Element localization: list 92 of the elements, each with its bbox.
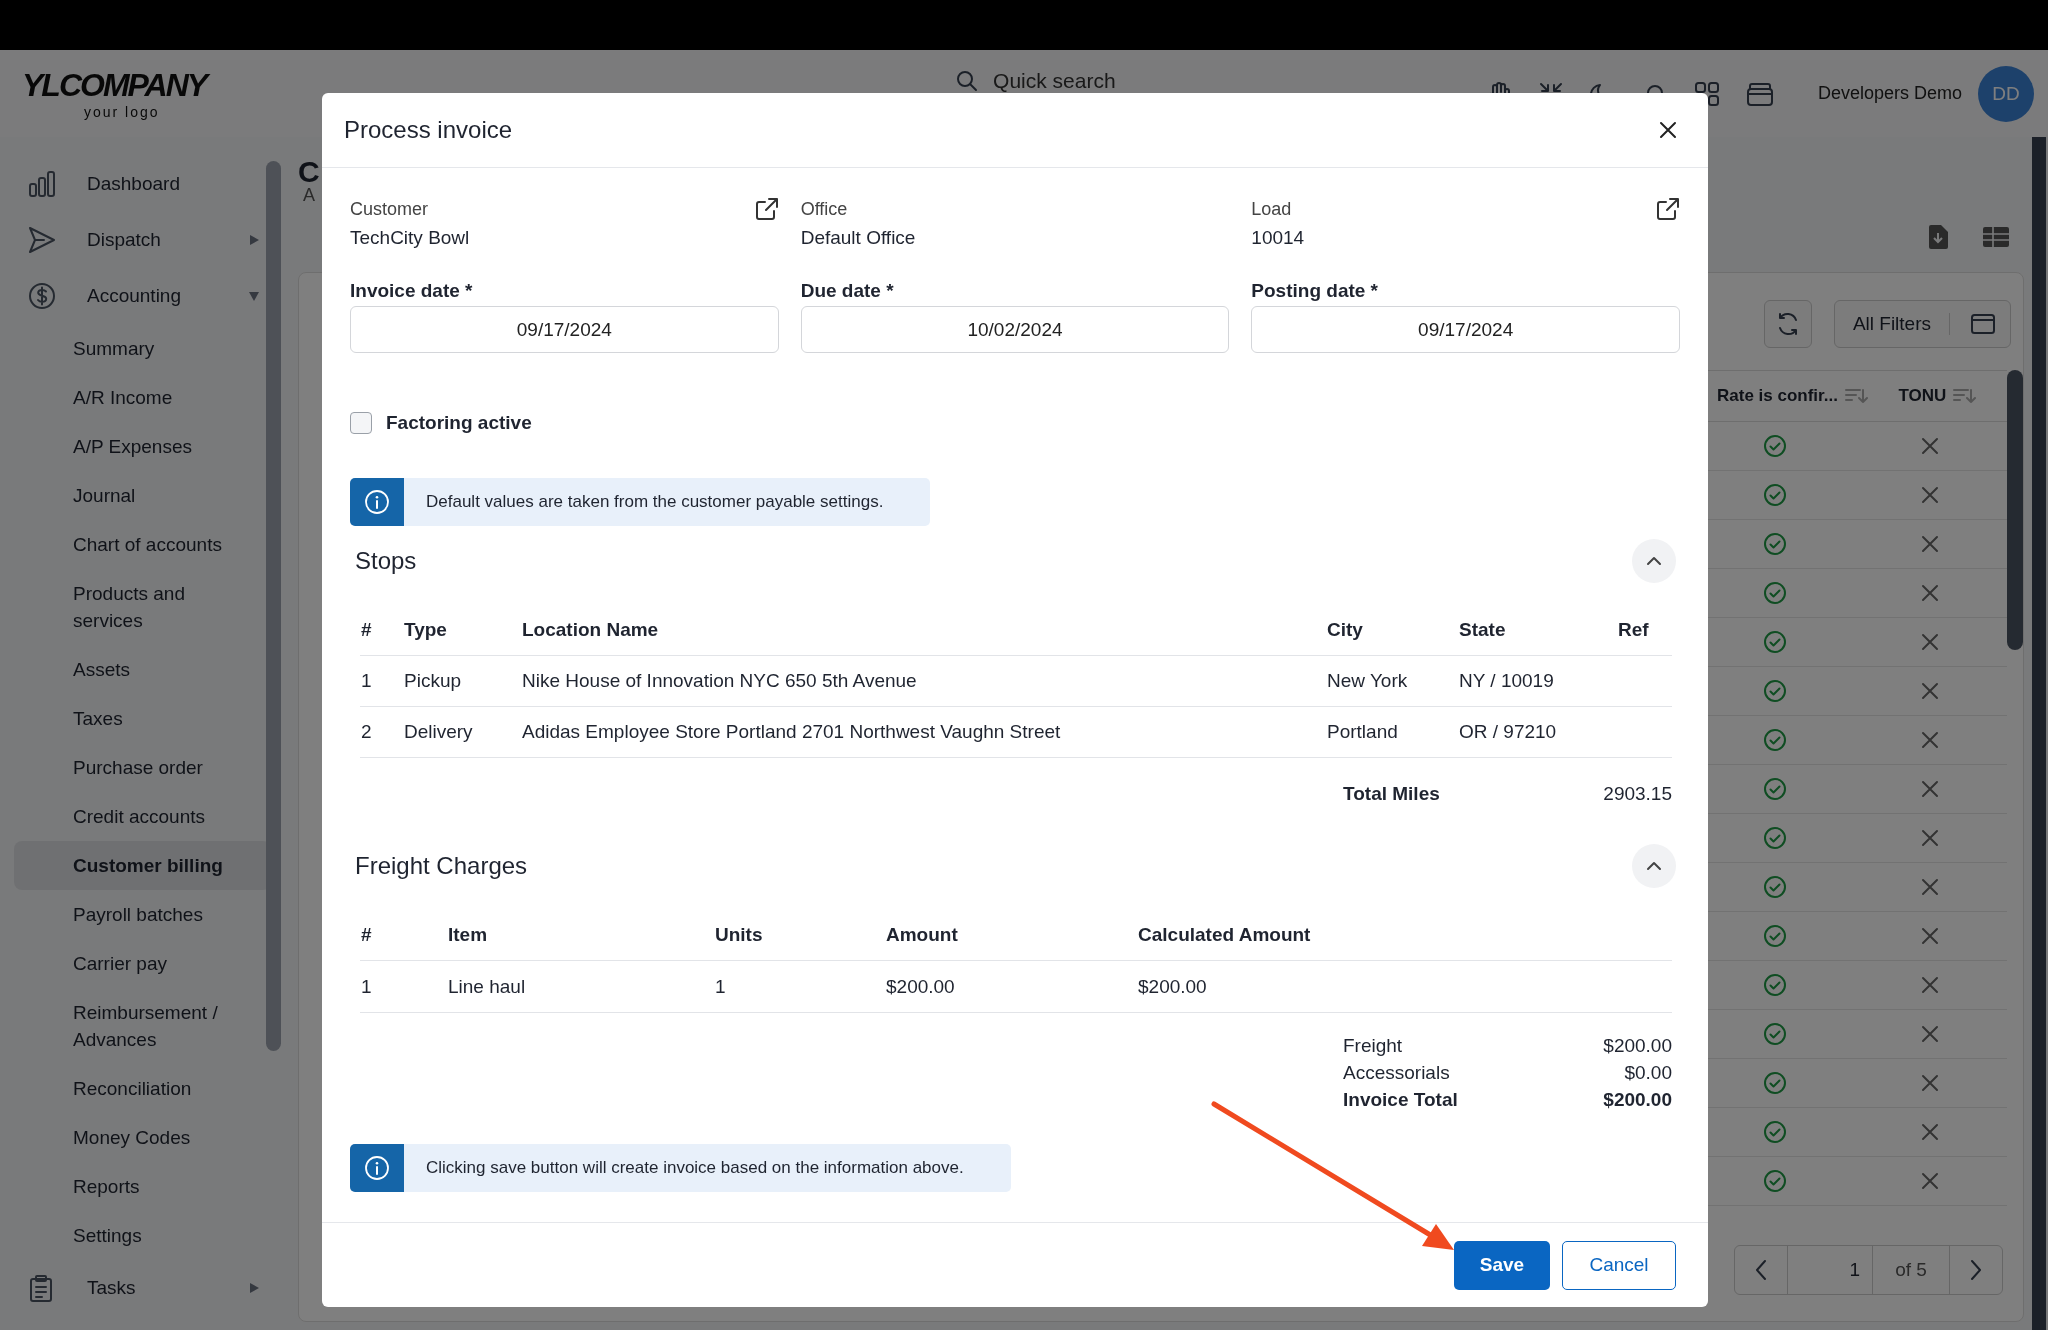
info-banner: Default values are taken from the customer payable settings. — [350, 478, 930, 526]
page-count: of 5 — [1872, 1246, 1950, 1294]
chevron-right-icon — [1969, 1259, 1983, 1281]
logo: YLCOMPANY your logo — [21, 66, 210, 122]
total-value: $200.00 — [1603, 1034, 1672, 1058]
column-header: Ref — [1618, 619, 1650, 641]
collapse-button[interactable] — [1632, 539, 1676, 583]
send-icon — [28, 226, 56, 254]
column-header[interactable]: TONU — [1898, 386, 1947, 406]
save-button[interactable]: Save — [1454, 1240, 1550, 1290]
filters-control[interactable]: All Filters — [1833, 300, 2011, 348]
field-label: Load — [1251, 198, 1292, 220]
table-cell-text: Line haul — [448, 975, 527, 998]
total-label: Freight — [1343, 1034, 1404, 1058]
table-cell-text: $200.00 — [886, 975, 956, 998]
nav-item[interactable]: Money Codes — [14, 1113, 271, 1162]
scrollbar[interactable] — [2007, 370, 2023, 650]
table-cell-text: Portland — [1327, 721, 1399, 743]
external-link-icon[interactable] — [754, 197, 779, 221]
date-field[interactable]: 09/17/2024 — [1251, 306, 1680, 353]
section-title: Freight Charges — [355, 852, 528, 880]
field-label: Posting date * — [1251, 279, 1379, 303]
window-icon[interactable] — [1970, 312, 1996, 336]
field-label: Office — [800, 198, 848, 220]
nav-item[interactable]: Tasks — [14, 1260, 274, 1316]
collapse-button[interactable] — [1632, 844, 1676, 888]
close-icon[interactable] — [1658, 120, 1678, 140]
scrollbar[interactable] — [266, 161, 281, 1051]
external-link-icon[interactable] — [1656, 197, 1680, 221]
download-file-icon[interactable] — [1926, 224, 1950, 250]
column-header: Units — [715, 923, 764, 946]
table-cell-text: NY / 10019 — [1459, 670, 1555, 692]
nav-item[interactable]: Reports — [14, 1162, 271, 1211]
user-avatar[interactable]: DD — [1978, 65, 2034, 122]
nav-item[interactable]: Reconciliation — [14, 1064, 271, 1113]
table-cell-text: 1 — [360, 975, 373, 998]
field-label: Invoice date * — [350, 279, 474, 303]
page-title: C — [298, 155, 320, 188]
info-icon — [364, 1155, 390, 1181]
table-icon[interactable] — [1982, 225, 2010, 249]
total-value: $200.00 — [1603, 1088, 1672, 1112]
info-banner: Clicking save button will create invoice based on the information above. — [350, 1144, 1011, 1192]
field-label: Customer — [350, 198, 429, 220]
chevron-left-icon — [1754, 1259, 1768, 1281]
field-label: Due date * — [800, 279, 895, 303]
total-label: Total Miles — [1343, 783, 1441, 805]
column-header: State — [1459, 619, 1507, 641]
field-value: TechCity Bowl — [350, 226, 471, 250]
field-value: 10014 — [1251, 226, 1306, 250]
column-header[interactable]: Rate is confir... — [1717, 386, 1838, 406]
table-cell-text: 2 — [360, 721, 373, 743]
table-cell-text: Adidas Employee Store Portland 2701 Northwest Vaughn Street — [522, 721, 1062, 743]
table-cell-text: 1 — [360, 670, 373, 692]
bar-chart-icon — [28, 170, 56, 198]
column-header: # — [360, 923, 373, 946]
table-cell-text: Pickup — [404, 670, 463, 692]
total-value: $0.00 — [1623, 1061, 1672, 1085]
section-title: Stops — [355, 547, 417, 575]
table-cell-text: $200.00 — [1138, 975, 1208, 998]
column-header: Calculated Amount — [1138, 923, 1312, 946]
cancel-button[interactable]: Cancel — [1562, 1240, 1676, 1290]
table-cell-text: Delivery — [404, 721, 474, 743]
total-label: Invoice Total — [1343, 1088, 1459, 1112]
date-field[interactable]: 09/17/2024 — [350, 306, 779, 353]
table-cell-text: 1 — [715, 975, 727, 998]
checkbox-label: Factoring active — [386, 412, 532, 434]
apps-icon[interactable] — [1693, 80, 1720, 107]
page-number-field[interactable]: 1 — [1787, 1246, 1872, 1294]
dialog-title: Process invoice — [344, 116, 514, 144]
column-header: Item — [448, 923, 489, 946]
column-header: Location Name — [522, 619, 660, 641]
table-cell-text: OR / 97210 — [1459, 721, 1558, 743]
wallet-icon[interactable] — [1745, 80, 1774, 107]
table-cell-text: Nike House of Innovation NYC 650 5th Avenue — [522, 670, 918, 692]
info-icon — [364, 489, 390, 515]
refresh-button[interactable] — [1763, 300, 1812, 348]
checkbox[interactable] — [350, 412, 372, 434]
column-header: # — [360, 619, 373, 641]
scrollbar[interactable] — [2032, 137, 2046, 1330]
column-header: Type — [404, 619, 448, 641]
field-value: Default Office — [800, 226, 917, 250]
nav-item[interactable]: Settings — [14, 1211, 271, 1260]
column-header: City — [1327, 619, 1364, 641]
table-cell-text: New York — [1327, 670, 1409, 692]
date-field[interactable]: 10/02/2024 — [800, 306, 1230, 353]
search-field[interactable]: Quick search — [993, 68, 1116, 93]
total-label: Accessorials — [1343, 1061, 1451, 1085]
total-value: 2903.15 — [1603, 783, 1672, 805]
user-name: Developers Demo — [1817, 83, 1962, 104]
search-icon[interactable] — [955, 68, 980, 93]
dollar-icon — [28, 282, 56, 310]
column-header: Amount — [886, 923, 959, 946]
